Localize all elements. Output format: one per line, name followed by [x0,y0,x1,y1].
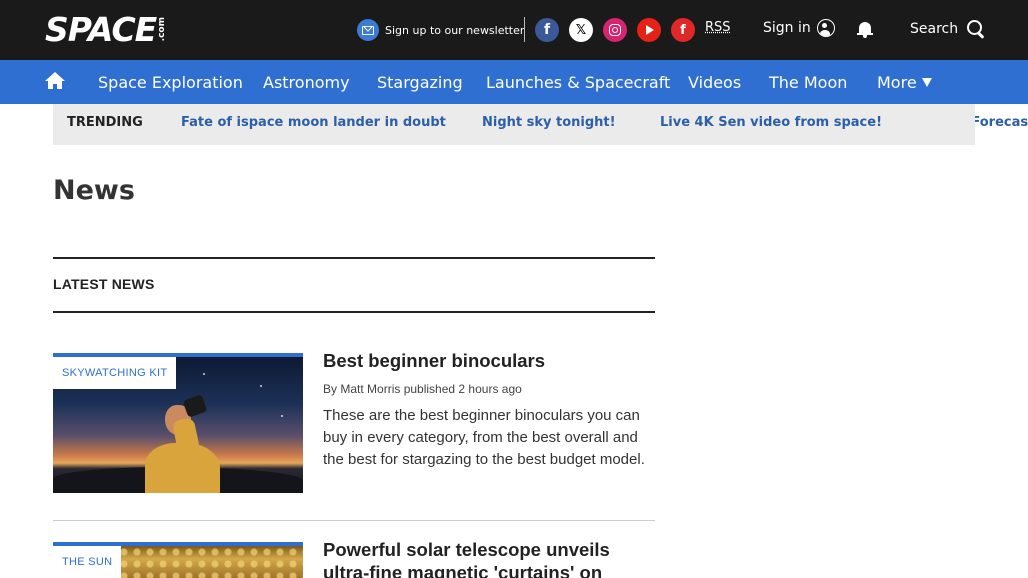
nav-item-more[interactable]: More [877,73,932,92]
top-header: SPACE .com Sign up to our newsletter f 𝕏… [0,0,1028,60]
flipboard-glyph: f [680,22,686,38]
logo-text: SPACE [45,10,157,49]
nav-item-the-moon[interactable]: The Moon [769,73,847,92]
nav-item-space-exploration[interactable]: Space Exploration [98,73,243,92]
category-tag[interactable]: THE SUN [53,546,122,578]
search-label: Search [910,21,959,37]
bell-icon[interactable] [857,21,873,39]
section-title: LATEST NEWS [53,276,155,292]
more-label: More [877,73,917,92]
author-link[interactable]: Matt Morris [340,382,400,396]
nav-item-videos[interactable]: Videos [688,73,741,92]
mail-icon [357,19,379,41]
trending-overflow: Aurora Forecast [975,104,1028,145]
trending-link[interactable]: Night sky tonight! [482,115,616,130]
flipboard-icon[interactable]: f [671,18,695,42]
nav-item-launches-spacecraft[interactable]: Launches & Spacecraft [486,73,670,92]
user-icon [816,19,835,37]
byline-prefix: By [323,382,338,396]
newsletter-signup-link[interactable]: Sign up to our newsletter [357,19,524,41]
newsletter-label: Sign up to our newsletter [385,23,525,37]
nav-item-stargazing[interactable]: Stargazing [377,73,463,92]
site-logo[interactable]: SPACE .com [45,13,167,47]
trending-link[interactable]: Live 4K Sen video from space! [660,115,882,130]
category-tag[interactable]: SKYWATCHING KIT [53,357,177,389]
caret-down-icon [921,78,932,87]
logo-suffix: .com [157,17,168,42]
search-button[interactable]: Search [910,19,986,39]
trending-bar: TRENDING Fate of ispace moon lander in d… [53,104,975,145]
page-title: News [53,175,135,206]
trending-link[interactable]: Aurora Forecast [975,115,1028,130]
sign-in-label: Sign in [763,20,811,36]
search-icon [966,19,986,39]
sign-in-button[interactable]: Sign in [763,19,835,37]
article-headline[interactable]: Powerful solar telescope unveils ultra-f… [323,538,653,578]
x-glyph: 𝕏 [575,22,587,38]
trending-link[interactable]: Fate of ispace moon lander in doubt [181,115,446,130]
nav-item-astronomy[interactable]: Astronomy [263,73,350,92]
facebook-glyph: f [543,22,551,38]
section-rule-bottom [53,311,655,313]
main-nav: Space Exploration Astronomy Stargazing L… [0,60,1028,104]
trending-label: TRENDING [67,115,143,130]
article-byline: By Matt Morris published 2 hours ago [323,382,522,396]
home-icon[interactable] [45,72,65,90]
article-headline[interactable]: Best beginner binoculars [323,349,653,372]
youtube-icon[interactable] [637,18,661,42]
rss-link[interactable]: RSS [705,20,731,35]
x-icon[interactable]: 𝕏 [569,18,593,42]
header-divider [524,17,525,42]
section-rule-top [53,257,655,259]
facebook-icon[interactable]: f [535,18,559,42]
article-synopsis: These are the best beginner binoculars y… [323,407,645,468]
article-divider [53,520,655,521]
instagram-icon[interactable] [603,18,627,42]
published-time: published 2 hours ago [403,382,522,396]
